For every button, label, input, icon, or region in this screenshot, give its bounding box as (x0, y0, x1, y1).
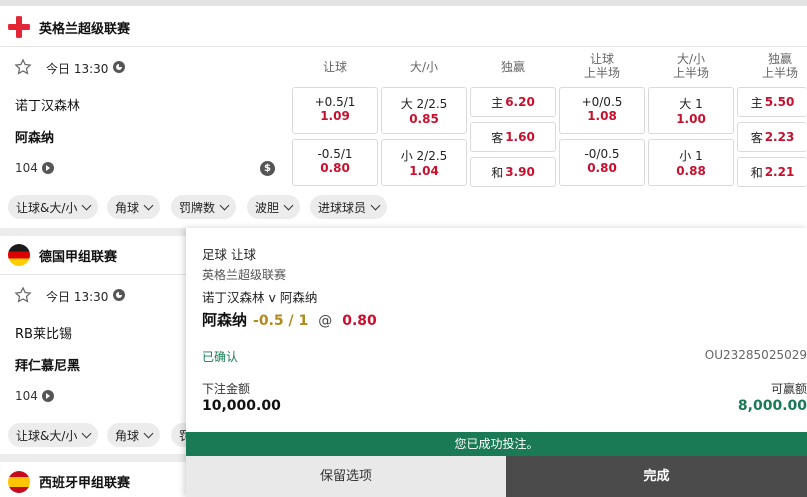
odds-1h-over[interactable]: 大 1 1.00 (648, 87, 734, 134)
chevron-down-icon (81, 200, 92, 210)
bet-reference: OU23285025029 (704, 348, 807, 362)
stake-label: 下注金额 (202, 382, 251, 396)
favorite-star-icon[interactable] (14, 286, 32, 304)
pill-handicap-ou[interactable]: 让球&大/小 (8, 423, 99, 447)
chevron-down-icon (283, 200, 294, 210)
chevron-down-icon (143, 428, 154, 438)
bet-status: 已确认 (202, 350, 239, 364)
away-team[interactable]: 拜仁慕尼黑 (15, 355, 80, 374)
chevron-down-icon (219, 200, 230, 210)
col-header-handicap: 让球 (322, 60, 347, 74)
home-team[interactable]: 诺丁汉森林 (15, 95, 80, 114)
bet-competition: 英格兰超级联赛 (202, 268, 287, 282)
bet-sport-market: 足球 让球 (202, 247, 256, 262)
col-header-match-winner-1h: 独赢 上半场 (761, 52, 798, 80)
chevron-down-icon (81, 428, 92, 438)
play-icon (41, 390, 54, 402)
keep-selections-button[interactable]: 保留选项 (186, 456, 506, 497)
more-markets-count[interactable]: 104 (15, 161, 54, 175)
odds-over[interactable]: 大 2/2.5 0.85 (381, 87, 467, 134)
live-clock-icon (113, 61, 125, 73)
bet-selection-row: 阿森纳 -0.5 / 1 @ 0.80 (202, 309, 377, 330)
pill-handicap-ou[interactable]: 让球&大/小 (8, 195, 99, 219)
pill-correct-score[interactable]: 波胆 (247, 195, 301, 219)
success-banner: 您已成功投注。 (186, 432, 807, 456)
col-header-over-under-1h: 大/小 上半场 (672, 52, 709, 80)
germany-flag-icon (8, 244, 30, 266)
odds-mw-away[interactable]: 客 1.60 (470, 122, 556, 152)
chevron-down-icon (143, 200, 154, 210)
home-team[interactable]: RB莱比锡 (15, 323, 72, 342)
play-icon (41, 162, 54, 174)
match-time: 今日 13:30 (46, 290, 109, 304)
odds-1h-handicap-home[interactable]: +0/0.5 1.08 (559, 87, 645, 134)
col-header-handicap-1h: 让球 上半场 (583, 52, 620, 80)
pill-cards[interactable]: 罚牌数 (171, 195, 237, 219)
odds-1h-mw-away[interactable]: 客 2.23 (737, 122, 807, 152)
col-header-over-under: 大/小 (409, 60, 439, 74)
pill-corners[interactable]: 角球 (107, 195, 161, 219)
league-header[interactable]: 英格兰超级联赛 (0, 8, 807, 46)
odds-1h-mw-draw[interactable]: 和 2.21 (737, 157, 807, 187)
odds-1h-handicap-away[interactable]: -0/0.5 0.80 (559, 139, 645, 186)
bet-receipt-panel: 足球 让球 英格兰超级联赛 诺丁汉森林 v 阿森纳 阿森纳 -0.5 / 1 @… (186, 228, 807, 497)
england-flag-icon (8, 16, 30, 38)
pill-corners[interactable]: 角球 (107, 423, 161, 447)
bet-match: 诺丁汉森林 v 阿森纳 (202, 290, 318, 305)
match-time: 今日 13:30 (46, 62, 109, 76)
bet-line: -0.5 / 1 (253, 313, 309, 329)
stake-amount: 10,000.00 (202, 398, 281, 414)
chevron-down-icon (370, 200, 381, 210)
pill-goalscorers[interactable]: 进球球员 (310, 195, 388, 219)
odds-handicap-home[interactable]: +0.5/1 1.09 (292, 87, 378, 134)
odds-mw-draw[interactable]: 和 3.90 (470, 157, 556, 187)
league-name: 西班牙甲组联赛 (39, 476, 131, 491)
live-clock-icon (113, 289, 125, 301)
league-name: 英格兰超级联赛 (39, 21, 131, 37)
league-card-epl: 英格兰超级联赛 今日 13:30 让球 大/小 独赢 让球 上半场 大/小 上半场 … (0, 6, 807, 228)
cashout-icon: $ (260, 161, 275, 176)
favorite-star-icon[interactable] (14, 58, 32, 76)
bet-selection: 阿森纳 (202, 311, 248, 329)
odds-under[interactable]: 小 2/2.5 1.04 (381, 139, 467, 186)
done-button[interactable]: 完成 (506, 456, 807, 497)
odds-1h-under[interactable]: 小 1 0.88 (648, 139, 734, 186)
league-name: 德国甲组联赛 (39, 249, 118, 265)
bet-at-sign: @ (318, 313, 333, 329)
odds-mw-home[interactable]: 主 6.20 (470, 87, 556, 117)
col-header-match-winner: 独赢 (500, 60, 525, 74)
divider (0, 46, 807, 47)
potential-win-label: 可赢额 (770, 382, 807, 396)
potential-win-amount: 8,000.00 (737, 398, 807, 414)
odds-1h-mw-home[interactable]: 主 5.50 (737, 87, 807, 117)
bet-price: 0.80 (342, 313, 377, 329)
spain-flag-icon (8, 470, 30, 493)
more-markets-count[interactable]: 104 (15, 389, 54, 403)
odds-handicap-away[interactable]: -0.5/1 0.80 (292, 139, 378, 186)
away-team[interactable]: 阿森纳 (15, 127, 54, 146)
